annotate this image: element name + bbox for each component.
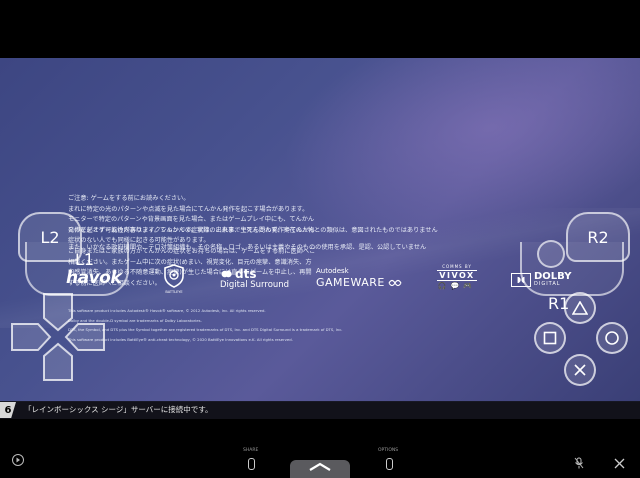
share-button[interactable]: [248, 458, 255, 470]
dpad-up-button[interactable]: [43, 293, 73, 332]
dts-logo: dts Digital Surround: [220, 267, 289, 290]
bottom-control-bar: SHARE OPTIONS: [0, 430, 640, 478]
legal-line: This software product includes Autodesk®…: [68, 308, 266, 313]
dpad: [10, 292, 106, 382]
battleye-shield-icon: [164, 264, 184, 288]
chevron-up-icon: [309, 462, 331, 471]
vivox-text: VIVOX: [437, 270, 477, 281]
l1-button[interactable]: L1: [25, 242, 129, 296]
legal-line: DTS, the Symbol, and DTS plus the Symbol…: [68, 327, 343, 333]
autodesk-gameware-logo: Autodesk GAMEWARE: [316, 267, 402, 289]
autodesk-text: Autodesk: [316, 267, 349, 275]
vivox-logo: COMMS BY VIVOX 🎧💬🎮: [437, 264, 477, 290]
options-button[interactable]: [386, 458, 393, 470]
circle-icon: [605, 331, 619, 345]
legal-text: This software product includes Autodesk®…: [68, 306, 343, 344]
dpad-left-button[interactable]: [11, 323, 52, 351]
square-icon: [543, 331, 557, 345]
gameware-knot-icon: [388, 279, 402, 286]
battleye-logo: BATTLEYE: [163, 264, 185, 294]
connection-status-bar: 6 「レインボーシックス シージ」サーバーに接続中です。: [0, 401, 640, 419]
r1-button[interactable]: R1: [520, 242, 624, 313]
triangle-icon: [572, 301, 588, 315]
right-stick-hint: [537, 240, 565, 268]
mic-muted-icon[interactable]: [574, 454, 584, 473]
r1-label: R1: [548, 294, 570, 313]
notice-line: ご注意: ゲームをする前にお読みください。: [68, 195, 190, 202]
legal-line: Dolby and the double-D symbol are tradem…: [68, 317, 202, 323]
circle-button[interactable]: [596, 322, 628, 354]
legal-line: This software product includes BattlEye®…: [68, 336, 293, 342]
vivox-feature-icons: 🎧💬🎮: [437, 282, 477, 290]
dts-digital-surround-text: Digital Surround: [220, 280, 290, 290]
dpad-right-button[interactable]: [64, 323, 105, 351]
l1-label: L1: [75, 250, 95, 269]
dts-symbol-icon: [220, 269, 232, 279]
status-message: 「レインボーシックス シージ」サーバーに接続中です。: [24, 405, 213, 414]
close-icon[interactable]: [614, 454, 625, 473]
status-badge: 6: [0, 402, 16, 418]
vivox-comms-text: COMMS BY: [442, 264, 472, 269]
options-label: OPTIONS: [378, 448, 399, 453]
dts-text: dts: [235, 267, 257, 281]
notice-line: まれに特定の光のパターンや点滅を見た場合にてんかん発作を起こす場合があります。: [68, 205, 309, 213]
square-button[interactable]: [534, 322, 566, 354]
gameware-text: GAMEWARE: [316, 276, 385, 289]
cross-button[interactable]: [564, 354, 596, 386]
battleye-text: BATTLEYE: [165, 290, 183, 294]
dpad-down-button[interactable]: [43, 342, 73, 381]
cross-icon: [574, 364, 586, 376]
fiction-line: このビデオゲームの内容はフィクションです。実際の出来事、生死を問わず、実在の人物…: [68, 227, 438, 234]
play-icon[interactable]: [12, 454, 24, 466]
share-label: SHARE: [243, 448, 259, 453]
expand-menu-button[interactable]: [290, 460, 350, 478]
